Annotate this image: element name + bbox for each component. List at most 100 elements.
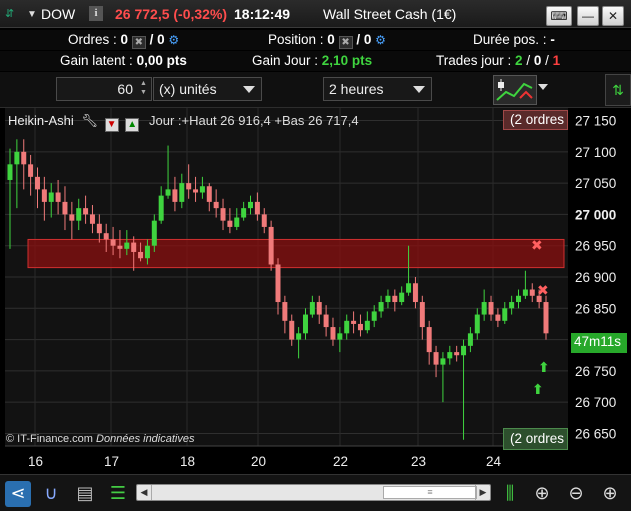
y-tick-label: 27 150 xyxy=(575,114,616,129)
candle-body xyxy=(282,302,288,321)
stepper-arrows-icon[interactable]: ▲ ▼ xyxy=(137,79,150,99)
candle-body xyxy=(351,320,357,324)
x-tick-label: 17 xyxy=(104,454,119,469)
close-button[interactable]: ✕ xyxy=(602,6,624,26)
bottom-toolbar: ⋖ ∪ ▤ ☰ ◀ ≡ ▶ ⫼ ⊕ ⊖ ⊕ xyxy=(0,474,631,511)
sell-arrow-icon[interactable]: ▼ xyxy=(104,118,119,132)
candle-body xyxy=(481,302,487,315)
candle-body xyxy=(138,251,144,259)
color-bars-icon[interactable]: ☰ xyxy=(105,481,131,507)
order-toolbar: 60 ▲ ▼ (x) unités 2 heures xyxy=(0,72,631,108)
wrench-icon[interactable]: 🔧︎ xyxy=(81,113,98,128)
buy-arrow-icon[interactable]: ▲ xyxy=(125,118,140,132)
scroll-left-icon[interactable]: ◀ xyxy=(137,485,152,500)
position-stat: Position : 0 ✖ / 0 ⚙ xyxy=(268,32,386,49)
chart-style-icon xyxy=(496,79,533,101)
candle-body xyxy=(158,195,164,221)
candle-body xyxy=(357,323,363,331)
timeframe-select-value: 2 heures xyxy=(329,81,384,97)
info-icon[interactable]: i xyxy=(89,6,103,21)
candle-body xyxy=(385,295,391,303)
x-tick-label: 20 xyxy=(251,454,266,469)
menu-dropdown-icon[interactable]: ▼ xyxy=(27,9,37,20)
price-change: 26 772,5 (-0,32%) xyxy=(115,6,228,22)
candle-body xyxy=(206,186,212,202)
orders-top-label[interactable]: (2 ordres xyxy=(503,110,568,130)
close-position-icon[interactable]: ✖ xyxy=(338,36,353,49)
chevron-down-icon xyxy=(413,86,425,93)
duration-stat: Durée pos. : - xyxy=(473,32,555,47)
candle-body xyxy=(461,345,467,356)
sync-icon[interactable]: ⇵ xyxy=(5,7,14,20)
candle-body xyxy=(433,352,439,365)
price-chart[interactable]: 27 150 27 100 27 050 27 000 26 950 26 900 26 8… xyxy=(0,108,631,472)
candle-body xyxy=(199,186,205,193)
candle-body xyxy=(337,333,343,340)
unit-select[interactable]: (x) unités xyxy=(153,77,262,101)
indicator-name[interactable]: Heikin-Ashi xyxy=(8,113,74,128)
candle-body xyxy=(124,242,130,249)
orders-stat: Ordres : 0 ✖ / 0 ⚙ xyxy=(68,32,180,49)
orders-bottom-label[interactable]: (2 ordres xyxy=(503,428,568,450)
y-tick-label: 26 900 xyxy=(575,270,616,285)
candle-body xyxy=(213,201,219,209)
candle-body xyxy=(172,189,178,202)
candle-body xyxy=(227,220,233,227)
cancel-orders-icon[interactable]: ✖ xyxy=(131,36,146,49)
candle-body xyxy=(399,292,405,303)
y-tick-label: 26 750 xyxy=(575,364,616,379)
x-tick-label: 18 xyxy=(180,454,195,469)
side-panel-toggle-icon[interactable]: ⇅ xyxy=(605,74,631,106)
minimize-button[interactable]: — xyxy=(577,6,599,26)
chart-scrollbar[interactable]: ◀ ≡ ▶ xyxy=(136,484,491,501)
candle-body xyxy=(254,201,260,215)
candle-body xyxy=(275,264,281,303)
zoom-in-icon[interactable]: ⊕ xyxy=(597,481,623,507)
chart-style-dropdown-icon[interactable] xyxy=(538,84,548,90)
candle-body xyxy=(406,283,412,293)
candle-body xyxy=(28,164,34,177)
candle-body xyxy=(316,302,322,315)
share-icon[interactable]: ⋖ xyxy=(5,481,31,507)
layout-icon[interactable]: ▤ xyxy=(72,481,98,507)
candle-countdown: 47m11s xyxy=(571,333,627,353)
candle-body xyxy=(509,302,515,309)
zoom-fit-icon[interactable]: ⊕ xyxy=(529,481,555,507)
market-name: Wall Street Cash (1€) xyxy=(323,6,457,22)
candle-body xyxy=(69,214,75,221)
zoom-out-icon[interactable]: ⊖ xyxy=(563,481,589,507)
scroll-right-icon[interactable]: ▶ xyxy=(475,485,490,500)
chevron-down-icon xyxy=(243,86,255,93)
chart-style-button[interactable] xyxy=(493,75,537,105)
candle-body xyxy=(117,245,123,249)
y-tick-label: 26 650 xyxy=(575,426,616,441)
candle-body xyxy=(89,214,95,224)
y-tick-label: 27 100 xyxy=(575,145,616,160)
candle-body xyxy=(21,151,27,165)
gears-icon[interactable]: ⚙ xyxy=(168,33,179,47)
quantity-stepper[interactable]: 60 ▲ ▼ xyxy=(56,77,152,101)
symbol-label[interactable]: DOW xyxy=(41,6,75,22)
candle-body xyxy=(131,242,137,252)
unit-select-value: (x) unités xyxy=(159,81,217,97)
y-tick-label: 27 000 xyxy=(575,207,616,222)
quantity-value[interactable]: 60 xyxy=(117,81,133,97)
buy-arrow-marker: ⬆ xyxy=(532,382,544,398)
magnet-icon[interactable]: ∪ xyxy=(38,481,64,507)
candle-body xyxy=(378,302,384,312)
candle-icon[interactable]: ⫼ xyxy=(497,481,523,507)
candle-body xyxy=(48,192,54,202)
chart-canvas[interactable]: 27 150 27 100 27 050 27 000 26 950 26 900 26 8… xyxy=(0,108,631,472)
trades-stat: Trades jour : 2 / 0 / 1 xyxy=(436,53,561,68)
keyboard-icon[interactable]: ⌨ xyxy=(546,6,572,26)
candle-body xyxy=(62,201,68,215)
candle-body xyxy=(96,223,102,234)
timeframe-select[interactable]: 2 heures xyxy=(323,77,432,101)
gears-icon[interactable]: ⚙ xyxy=(375,33,386,47)
candle-body xyxy=(412,283,418,303)
candle-body xyxy=(234,217,240,227)
candle-body xyxy=(248,201,254,209)
scroll-thumb[interactable]: ≡ xyxy=(383,486,477,499)
candle-body xyxy=(14,151,20,165)
candle-body xyxy=(7,164,13,180)
